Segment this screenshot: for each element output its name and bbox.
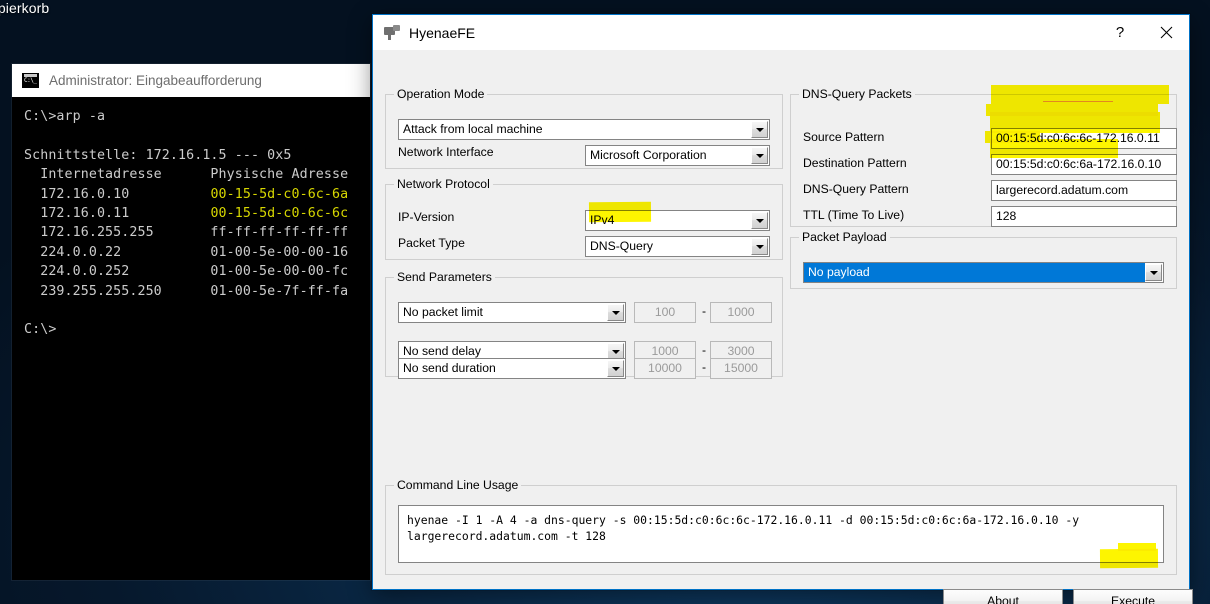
close-button[interactable] <box>1143 15 1189 50</box>
group-dns-query-packets-legend: DNS-Query Packets <box>799 87 915 101</box>
console-mac-cell-highlighted: 00-15-5d-c0-6c-6a <box>210 186 349 202</box>
console-line: 239.255.255.250 01-00-5e-7f-ff-fa <box>24 283 349 299</box>
execute-button-label: Execute <box>1110 594 1156 604</box>
console-line: 224.0.0.252 01-00-5e-00-00-fc <box>24 264 349 280</box>
packet-limit-max-input[interactable]: 1000 <box>710 302 772 323</box>
console-line: Internetadresse Physische Adresse <box>24 167 349 183</box>
dialog-title: HyenaeFE <box>409 24 476 41</box>
packet-type-value: DNS-Query <box>590 239 653 253</box>
group-operation-mode-legend: Operation Mode <box>394 87 488 101</box>
send-duration-value: No send duration <box>403 361 496 375</box>
dialog-body: Operation Mode Attack from local machine… <box>373 50 1193 604</box>
command-prompt-output: C:\>arp -a Schnittstelle: 172.16.1.5 ---… <box>12 97 370 340</box>
console-line: 224.0.0.22 01-00-5e-00-00-16 <box>24 244 349 260</box>
destination-pattern-label: Destination Pattern <box>803 156 907 170</box>
cmd-icon <box>22 73 39 88</box>
window-controls: ? <box>1097 15 1189 50</box>
hyenaefe-app-icon <box>384 25 400 40</box>
console-mac-cell-highlighted: 00-15-5d-c0-6c-6c <box>210 206 349 222</box>
operation-mode-value: Attack from local machine <box>403 122 543 136</box>
network-interface-label: Network Interface <box>398 145 494 159</box>
console-line: C:\>arp -a <box>24 109 106 124</box>
dns-query-pattern-input[interactable]: largerecord.adatum.com <box>991 180 1177 201</box>
network-interface-select[interactable]: Microsoft Corporation <box>585 145 770 166</box>
chevron-down-icon[interactable] <box>751 147 768 164</box>
ip-version-value: IPv4 <box>590 213 615 227</box>
about-button[interactable]: About <box>943 589 1063 604</box>
packet-type-label: Packet Type <box>398 236 465 250</box>
console-line: 172.16.255.255 ff-ff-ff-ff-ff-ff <box>24 225 349 241</box>
chevron-down-icon[interactable] <box>1145 264 1162 281</box>
send-delay-range-separator: - <box>702 343 707 357</box>
send-duration-select[interactable]: No send duration <box>398 358 626 379</box>
chevron-down-icon[interactable] <box>607 304 624 321</box>
console-ip-cell: 172.16.0.10 <box>24 186 211 202</box>
operation-mode-select[interactable]: Attack from local machine <box>398 119 770 140</box>
console-ip-cell: 172.16.0.11 <box>24 206 211 222</box>
chevron-down-icon[interactable] <box>751 238 768 255</box>
packet-limit-min-input[interactable]: 100 <box>634 302 696 323</box>
close-icon <box>1160 26 1172 39</box>
hyenaefe-dialog[interactable]: HyenaeFE ? Operation Mode Attack from lo… <box>372 14 1193 604</box>
console-line: 172.16.0.10 00-15-5d-c0-6c-6a <box>24 185 370 204</box>
packet-payload-value: No payload <box>804 263 1145 282</box>
about-button-label: About <box>987 594 1019 604</box>
source-pattern-input[interactable]: 00:15:5d:c0:6c:6c-172.16.0.11 <box>991 128 1177 149</box>
dns-query-pattern-label: DNS-Query Pattern <box>803 182 909 196</box>
desktop-icon-label-recycle-bin: apierkorb <box>0 0 50 16</box>
group-packet-payload-legend: Packet Payload <box>799 230 890 244</box>
packet-type-select[interactable]: DNS-Query <box>585 236 770 257</box>
command-line-usage-output: hyenae -I 1 -A 4 -a dns-query -s 00:15:5… <box>398 505 1164 563</box>
group-command-line-usage-legend: Command Line Usage <box>394 478 522 492</box>
command-prompt-window[interactable]: Administrator: Eingabeaufforderung C:\>a… <box>12 64 370 580</box>
command-prompt-title: Administrator: Eingabeaufforderung <box>49 73 262 88</box>
ttl-label: TTL (Time To Live) <box>803 208 905 222</box>
packet-payload-select[interactable]: No payload <box>803 262 1164 283</box>
chevron-down-icon[interactable] <box>751 121 768 138</box>
network-interface-value: Microsoft Corporation <box>590 148 707 162</box>
packet-limit-select[interactable]: No packet limit <box>398 302 626 323</box>
source-pattern-label: Source Pattern <box>803 130 885 144</box>
destination-pattern-input[interactable]: 00:15:5d:c0:6c:6a-172.16.0.10 <box>991 154 1177 175</box>
send-duration-max-input[interactable]: 15000 <box>710 358 772 379</box>
console-line: Schnittstelle: 172.16.1.5 --- 0x5 <box>24 147 292 163</box>
console-line: C:\> <box>24 322 57 338</box>
help-button[interactable]: ? <box>1097 15 1143 50</box>
chevron-down-icon[interactable] <box>607 360 624 377</box>
packet-limit-range-separator: - <box>702 304 707 318</box>
group-network-protocol-legend: Network Protocol <box>394 177 493 191</box>
ttl-input[interactable]: 128 <box>991 206 1177 227</box>
question-mark-icon: ? <box>1115 24 1125 41</box>
execute-button[interactable]: Execute <box>1073 589 1193 604</box>
command-prompt-titlebar[interactable]: Administrator: Eingabeaufforderung <box>12 64 370 97</box>
ip-version-label: IP-Version <box>398 210 455 224</box>
console-line: 172.16.0.11 00-15-5d-c0-6c-6c <box>24 204 370 223</box>
desktop-background: apierkorb Administrator: Eingabeaufforde… <box>0 0 1210 604</box>
ip-version-select[interactable]: IPv4 <box>585 210 770 231</box>
send-duration-min-input[interactable]: 10000 <box>634 358 696 379</box>
packet-limit-value: No packet limit <box>403 305 483 319</box>
chevron-down-icon[interactable] <box>751 212 768 229</box>
send-duration-range-separator: - <box>702 360 707 374</box>
dialog-titlebar[interactable]: HyenaeFE ? <box>373 15 1189 50</box>
group-send-parameters-legend: Send Parameters <box>394 270 495 284</box>
